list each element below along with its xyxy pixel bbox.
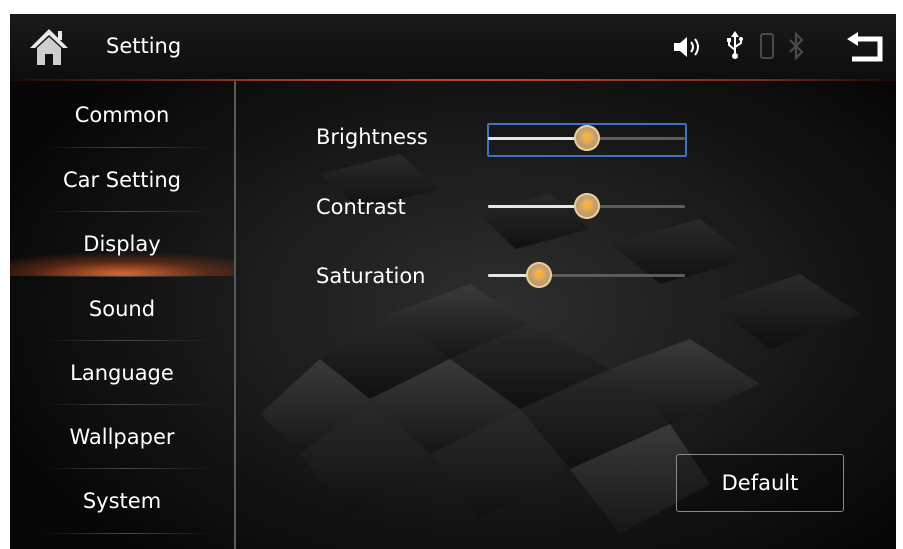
saturation-label: Saturation (316, 264, 426, 288)
settings-menu: Common Car Setting Display Sound Languag… (10, 81, 234, 549)
menu-item-system[interactable]: System (10, 469, 234, 533)
brightness-slider-fill (488, 137, 587, 140)
sidebar-divider (234, 81, 236, 549)
contrast-label: Contrast (316, 195, 406, 219)
brightness-slider-thumb[interactable] (573, 125, 600, 151)
usb-icon (727, 31, 743, 59)
car-display-screen: Setting Common Car Setting Display Sound… (10, 14, 896, 549)
menu-item-common[interactable]: Common (10, 83, 234, 147)
menu-item-label: Car Setting (62, 168, 182, 192)
saturation-slider[interactable] (488, 262, 685, 288)
menu-item-label: Wallpaper (69, 425, 175, 449)
menu-item-label: Display (83, 232, 161, 256)
menu-item-label: Sound (88, 297, 156, 321)
bluetooth-icon (789, 32, 804, 60)
brightness-slider[interactable] (488, 125, 685, 151)
contrast-slider-fill (488, 205, 587, 208)
volume-icon[interactable] (672, 36, 704, 58)
menu-item-label: System (82, 489, 162, 513)
default-button[interactable]: Default (676, 454, 844, 512)
menu-item-car-setting[interactable]: Car Setting (10, 148, 234, 212)
contrast-slider-thumb[interactable] (573, 193, 600, 219)
brightness-label: Brightness (316, 125, 428, 149)
phone-icon (760, 33, 774, 59)
top-bar: Setting (10, 14, 896, 80)
menu-item-label: Common (74, 103, 170, 127)
menu-item-wallpaper[interactable]: Wallpaper (10, 405, 234, 469)
menu-divider (42, 533, 212, 534)
menu-item-label: Language (70, 361, 174, 385)
menu-item-display[interactable]: Display (10, 212, 234, 276)
contrast-slider[interactable] (488, 193, 685, 219)
menu-item-sound[interactable]: Sound (10, 277, 234, 341)
menu-item-language[interactable]: Language (10, 341, 234, 405)
page-title: Setting (106, 34, 182, 58)
back-icon[interactable] (846, 32, 886, 62)
home-icon[interactable] (28, 26, 70, 68)
